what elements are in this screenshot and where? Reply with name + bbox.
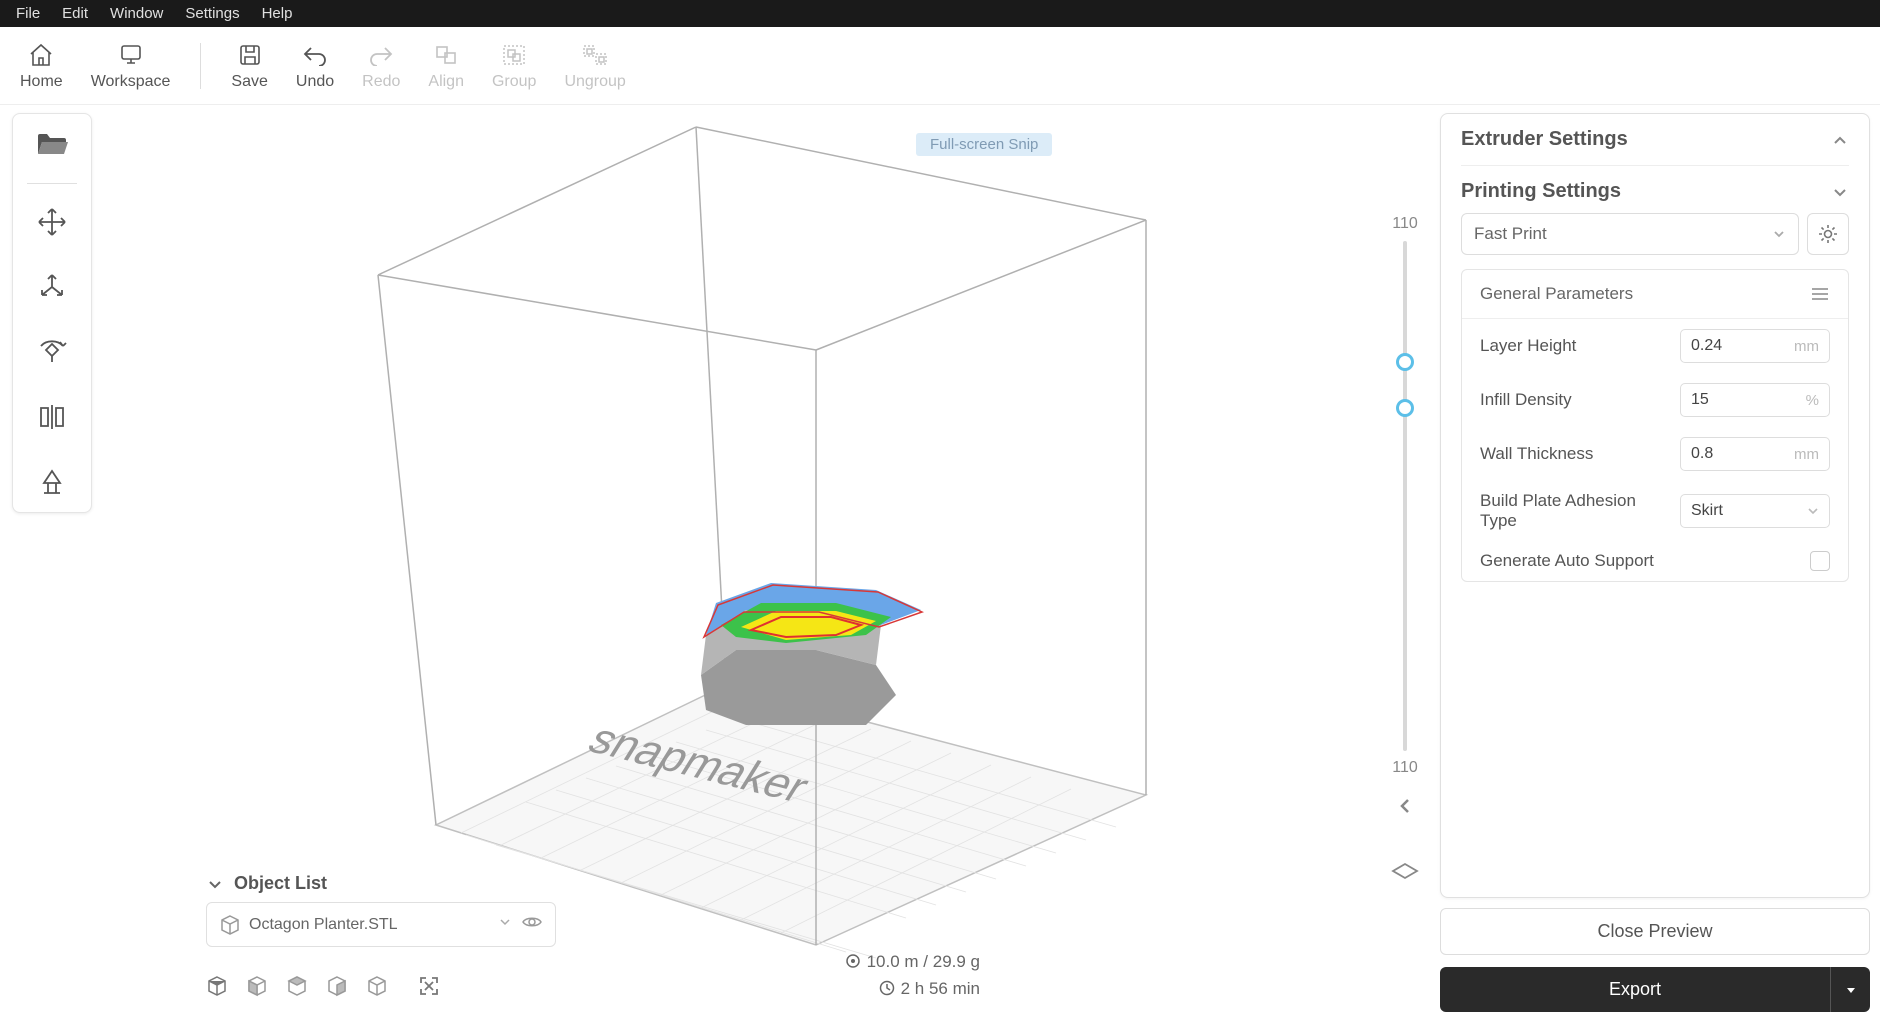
view-left-icon[interactable] [366,975,388,1002]
object-list-panel: Object List Octagon Planter.STL [206,865,556,1002]
save-button[interactable]: Save [231,41,267,91]
undo-icon [301,41,329,69]
workspace-icon [117,41,145,69]
layer-bottom-value: 110 [1392,759,1418,777]
align-icon [432,41,460,69]
fit-view-icon[interactable] [418,975,440,1002]
view-orientation-icon[interactable] [1390,861,1420,886]
home-button[interactable]: Home [20,41,63,91]
layer-slider-thumb-bottom[interactable] [1396,399,1414,417]
wall-thickness-input[interactable]: 0.8 mm [1680,437,1830,471]
view-top-icon[interactable] [286,975,308,1002]
menu-window[interactable]: Window [100,2,173,25]
undo-button[interactable]: Undo [296,41,334,91]
menu-help[interactable]: Help [252,2,303,25]
align-button[interactable]: Align [428,41,464,91]
redo-icon [367,41,395,69]
material-icon [845,953,861,969]
settings-panel: Extruder Settings Printing Settings Fast… [1440,113,1870,1012]
ungroup-button[interactable]: Ungroup [564,41,625,91]
layer-slider-thumb-top[interactable] [1396,353,1414,371]
layer-height-input[interactable]: 0.24 mm [1680,329,1830,363]
object-list-item[interactable]: Octagon Planter.STL [206,902,556,947]
group-icon [500,41,528,69]
object-name: Octagon Planter.STL [249,916,489,934]
auto-support-row: Generate Auto Support [1462,541,1848,581]
group-button[interactable]: Group [492,41,536,91]
menu-bar: File Edit Window Settings Help [0,0,1880,27]
view-front-icon[interactable] [246,975,268,1002]
object-list-header[interactable]: Object List [206,865,556,902]
transform-toolbar [12,113,92,513]
main-toolbar: Home Workspace Save Undo Redo Align [0,27,1880,105]
layer-slider-track[interactable] [1403,241,1407,751]
3d-viewport[interactable]: snapmaker Full-screen Snip 110 11 [96,105,1440,1022]
redo-button[interactable]: Redo [362,41,400,91]
workspace-button[interactable]: Workspace [91,41,171,91]
chevron-down-icon [206,875,224,893]
mirror-tool[interactable] [32,400,72,433]
chevron-down-icon [1807,505,1819,517]
extruder-settings-header[interactable]: Extruder Settings [1461,128,1849,151]
snip-overlay: Full-screen Snip [916,133,1052,156]
support-tool[interactable] [32,465,72,498]
toolbar-separator [200,43,201,89]
caret-down-icon [1844,983,1858,997]
adhesion-type-select[interactable]: Skirt [1680,494,1830,528]
infill-density-input[interactable]: 15 % [1680,383,1830,417]
home-icon [27,41,55,69]
print-preset-select[interactable]: Fast Print [1461,213,1799,255]
ungroup-icon [581,41,609,69]
separator [27,183,77,184]
layer-height-row: Layer Height 0.24 mm [1462,319,1848,373]
gear-icon [1817,223,1839,245]
infill-density-row: Infill Density 15 % [1462,373,1848,427]
build-volume: snapmaker [276,105,1176,975]
move-tool[interactable] [32,206,72,239]
close-preview-button[interactable]: Close Preview [1440,908,1870,955]
adhesion-type-row: Build Plate Adhesion Type Skirt [1462,481,1848,541]
menu-icon [1810,286,1830,302]
menu-settings[interactable]: Settings [175,2,249,25]
object-options-icon[interactable] [497,913,513,936]
export-dropdown-button[interactable] [1830,967,1870,1012]
layer-top-value: 110 [1392,215,1418,233]
printing-settings-header[interactable]: Printing Settings [1461,180,1849,203]
preset-settings-button[interactable] [1807,213,1849,255]
cube-icon [219,914,241,936]
view-iso-icon[interactable] [206,975,228,1002]
scale-tool[interactable] [32,271,72,304]
rotate-tool[interactable] [32,335,72,368]
view-mode-bar [206,975,556,1002]
print-time: 2 h 56 min [901,975,980,1002]
material-usage: 10.0 m / 29.9 g [867,948,980,975]
menu-edit[interactable]: Edit [52,2,98,25]
print-estimate: 10.0 m / 29.9 g 2 h 56 min [845,948,980,1002]
visibility-icon[interactable] [521,914,543,935]
chevron-up-icon [1831,131,1849,149]
view-right-icon[interactable] [326,975,348,1002]
general-parameters-header[interactable]: General Parameters [1462,270,1848,318]
save-icon [236,41,264,69]
clock-icon [879,980,895,996]
general-parameters-box: General Parameters Layer Height 0.24 mm … [1461,269,1849,582]
layer-slider: 110 110 [1390,215,1420,886]
chevron-down-icon [1772,227,1786,241]
chevron-down-icon [1831,183,1849,201]
model-preview [701,583,922,725]
export-button[interactable]: Export [1440,967,1870,1012]
menu-file[interactable]: File [6,2,50,25]
wall-thickness-row: Wall Thickness 0.8 mm [1462,427,1848,481]
layer-prev-button[interactable] [1396,797,1414,821]
auto-support-checkbox[interactable] [1810,551,1830,571]
open-file-button[interactable] [32,128,72,161]
